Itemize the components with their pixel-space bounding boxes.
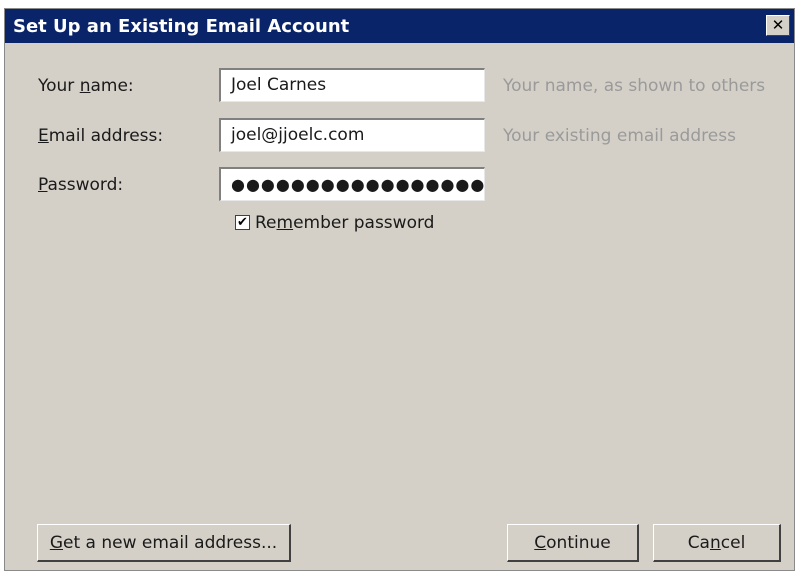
- setup-email-dialog: Set Up an Existing Email Account ✕ Your …: [4, 8, 795, 571]
- email-address-input[interactable]: joel@jjoelc.com: [219, 118, 485, 152]
- your-name-input[interactable]: Joel Carnes: [219, 68, 485, 102]
- close-button[interactable]: ✕: [766, 15, 790, 36]
- title-bar[interactable]: Set Up an Existing Email Account ✕: [5, 9, 794, 43]
- cancel-button[interactable]: Ca n cel: [653, 524, 781, 562]
- remember-password-checkbox[interactable]: ✔: [235, 215, 250, 230]
- close-icon: ✕: [771, 16, 785, 34]
- checkmark-icon: ✔: [237, 215, 248, 230]
- remember-password-label[interactable]: Remember password: [255, 213, 434, 233]
- password-input[interactable]: ●●●●●●●●●●●●●●●●●●: [219, 167, 485, 201]
- email-address-hint: Your existing email address: [503, 126, 736, 146]
- email-address-label: Email address:: [38, 126, 164, 146]
- dialog-title: Set Up an Existing Email Account: [13, 16, 350, 37]
- password-label: Password:: [38, 175, 124, 195]
- get-new-email-address-button[interactable]: Get a new email address...: [37, 524, 291, 562]
- continue-button[interactable]: Continue: [507, 524, 639, 562]
- your-name-label: Your name:: [38, 76, 134, 96]
- your-name-hint: Your name, as shown to others: [503, 76, 766, 96]
